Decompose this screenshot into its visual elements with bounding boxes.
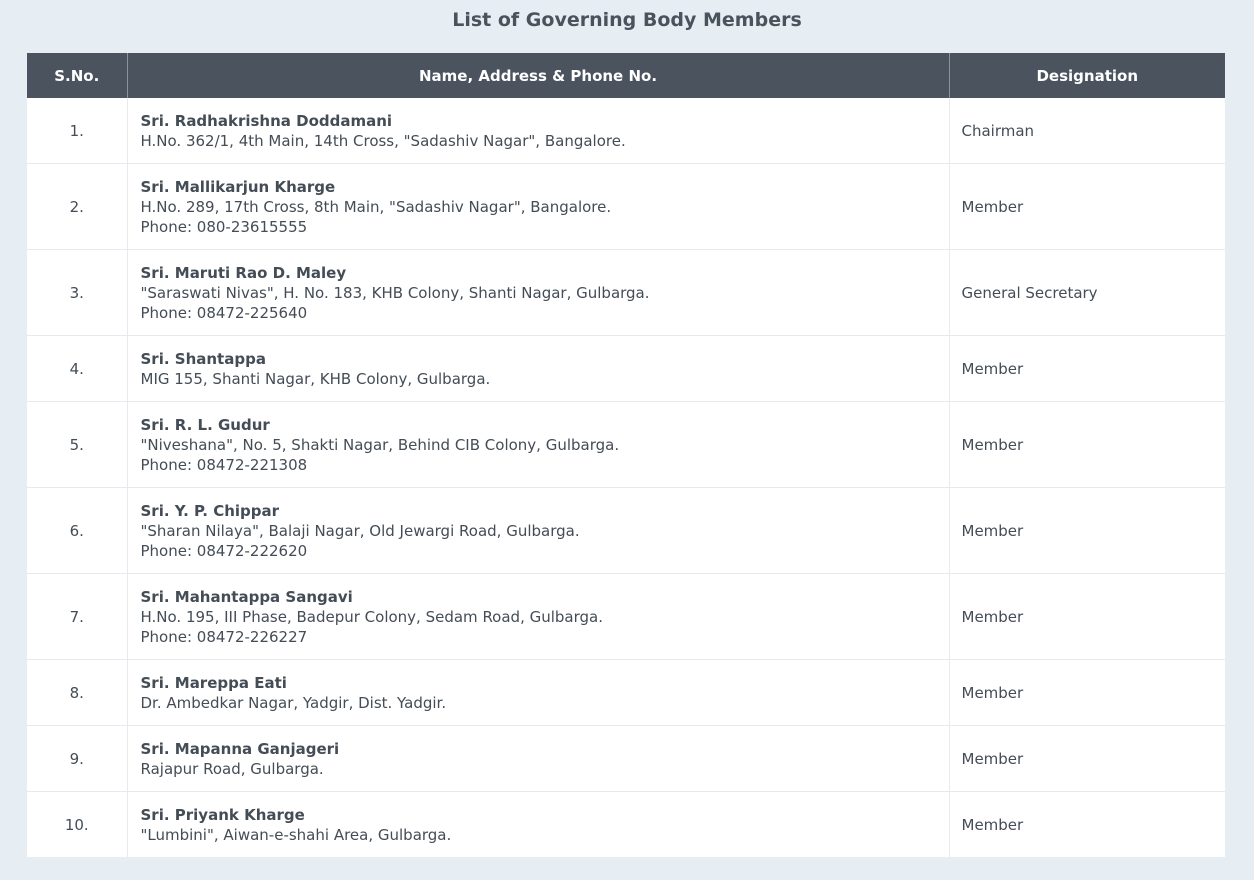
row-designation: Member (949, 487, 1225, 574)
row-designation: Member (949, 725, 1225, 792)
member-phone: Phone: 08472-226227 (140, 627, 308, 646)
table-row: 7. Sri. Mahantappa Sangavi H.No. 195, II… (27, 573, 1225, 660)
table-row: 9. Sri. Mapanna Ganjageri Rajapur Road, … (27, 725, 1225, 792)
table-row: 10. Sri. Priyank Kharge "Lumbini", Aiwan… (27, 791, 1225, 857)
row-designation: Member (949, 573, 1225, 660)
row-sno: 8. (27, 659, 128, 726)
table-header: S.No. Name, Address & Phone No. Designat… (27, 53, 1225, 98)
member-name: Sri. Shantappa (140, 349, 266, 368)
member-name: Sri. Mahantappa Sangavi (140, 587, 353, 606)
table-header-row: S.No. Name, Address & Phone No. Designat… (27, 53, 1225, 98)
member-address: "Sharan Nilaya", Balaji Nagar, Old Jewar… (140, 521, 580, 540)
member-phone: Phone: 080-23615555 (140, 217, 308, 236)
row-details: Sri. Shantappa MIG 155, Shanti Nagar, KH… (127, 335, 950, 402)
row-sno: 3. (27, 249, 128, 336)
table-row: 3. Sri. Maruti Rao D. Maley "Saraswati N… (27, 249, 1225, 336)
row-details: Sri. Y. P. Chippar "Sharan Nilaya", Bala… (127, 487, 950, 574)
row-details: Sri. Mallikarjun Kharge H.No. 289, 17th … (127, 163, 950, 250)
table-row: 5. Sri. R. L. Gudur "Niveshana", No. 5, … (27, 401, 1225, 488)
row-sno: 5. (27, 401, 128, 488)
row-designation: Member (949, 335, 1225, 402)
row-designation: Member (949, 163, 1225, 250)
table-row: 4. Sri. Shantappa MIG 155, Shanti Nagar,… (27, 335, 1225, 402)
table-row: 1. Sri. Radhakrishna Doddamani H.No. 362… (27, 98, 1225, 164)
table-row: 6. Sri. Y. P. Chippar "Sharan Nilaya", B… (27, 487, 1225, 574)
table-row: 2. Sri. Mallikarjun Kharge H.No. 289, 17… (27, 163, 1225, 250)
row-designation: General Secretary (949, 249, 1225, 336)
table-row: 8. Sri. Mareppa Eati Dr. Ambedkar Nagar,… (27, 659, 1225, 726)
member-phone: Phone: 08472-221308 (140, 455, 308, 474)
member-address: H.No. 362/1, 4th Main, 14th Cross, "Sada… (140, 131, 626, 150)
row-details: Sri. Radhakrishna Doddamani H.No. 362/1,… (127, 98, 950, 164)
row-sno: 4. (27, 335, 128, 402)
member-name: Sri. Radhakrishna Doddamani (140, 111, 393, 130)
row-designation: Chairman (949, 98, 1225, 164)
header-sno: S.No. (27, 53, 128, 98)
member-name: Sri. Mapanna Ganjageri (140, 739, 340, 758)
row-details: Sri. Mapanna Ganjageri Rajapur Road, Gul… (127, 725, 950, 792)
member-address: Dr. Ambedkar Nagar, Yadgir, Dist. Yadgir… (140, 693, 447, 712)
member-address: "Saraswati Nivas", H. No. 183, KHB Colon… (140, 283, 650, 302)
member-address: "Lumbini", Aiwan-e-shahi Area, Gulbarga. (140, 825, 452, 844)
member-address: H.No. 195, III Phase, Badepur Colony, Se… (140, 607, 604, 626)
row-sno: 1. (27, 98, 128, 164)
member-address: MIG 155, Shanti Nagar, KHB Colony, Gulba… (140, 369, 491, 388)
member-phone: Phone: 08472-225640 (140, 303, 308, 322)
member-name: Sri. R. L. Gudur (140, 415, 270, 434)
row-sno: 7. (27, 573, 128, 660)
row-sno: 10. (27, 791, 128, 857)
member-address: H.No. 289, 17th Cross, 8th Main, "Sadash… (140, 197, 612, 216)
row-details: Sri. Maruti Rao D. Maley "Saraswati Niva… (127, 249, 950, 336)
header-designation: Designation (949, 53, 1225, 98)
header-name-address-phone: Name, Address & Phone No. (127, 53, 950, 98)
member-name: Sri. Mallikarjun Kharge (140, 177, 336, 196)
row-details: Sri. Mahantappa Sangavi H.No. 195, III P… (127, 573, 950, 660)
member-address: Rajapur Road, Gulbarga. (140, 759, 324, 778)
table-body: 1. Sri. Radhakrishna Doddamani H.No. 362… (27, 98, 1225, 857)
member-phone: Phone: 08472-222620 (140, 541, 308, 560)
row-details: Sri. R. L. Gudur "Niveshana", No. 5, Sha… (127, 401, 950, 488)
row-details: Sri. Priyank Kharge "Lumbini", Aiwan-e-s… (127, 791, 950, 857)
row-details: Sri. Mareppa Eati Dr. Ambedkar Nagar, Ya… (127, 659, 950, 726)
member-name: Sri. Maruti Rao D. Maley (140, 263, 347, 282)
member-name: Sri. Priyank Kharge (140, 805, 305, 824)
row-sno: 9. (27, 725, 128, 792)
row-sno: 2. (27, 163, 128, 250)
member-address: "Niveshana", No. 5, Shakti Nagar, Behind… (140, 435, 620, 454)
governing-body-table: S.No. Name, Address & Phone No. Designat… (27, 53, 1225, 857)
member-name: Sri. Mareppa Eati (140, 673, 287, 692)
row-sno: 6. (27, 487, 128, 574)
row-designation: Member (949, 659, 1225, 726)
page-title: List of Governing Body Members (452, 9, 802, 31)
members-table-container: S.No. Name, Address & Phone No. Designat… (27, 53, 1225, 857)
row-designation: Member (961, 815, 1024, 834)
member-name: Sri. Y. P. Chippar (140, 501, 280, 520)
row-designation: Member (949, 401, 1225, 488)
